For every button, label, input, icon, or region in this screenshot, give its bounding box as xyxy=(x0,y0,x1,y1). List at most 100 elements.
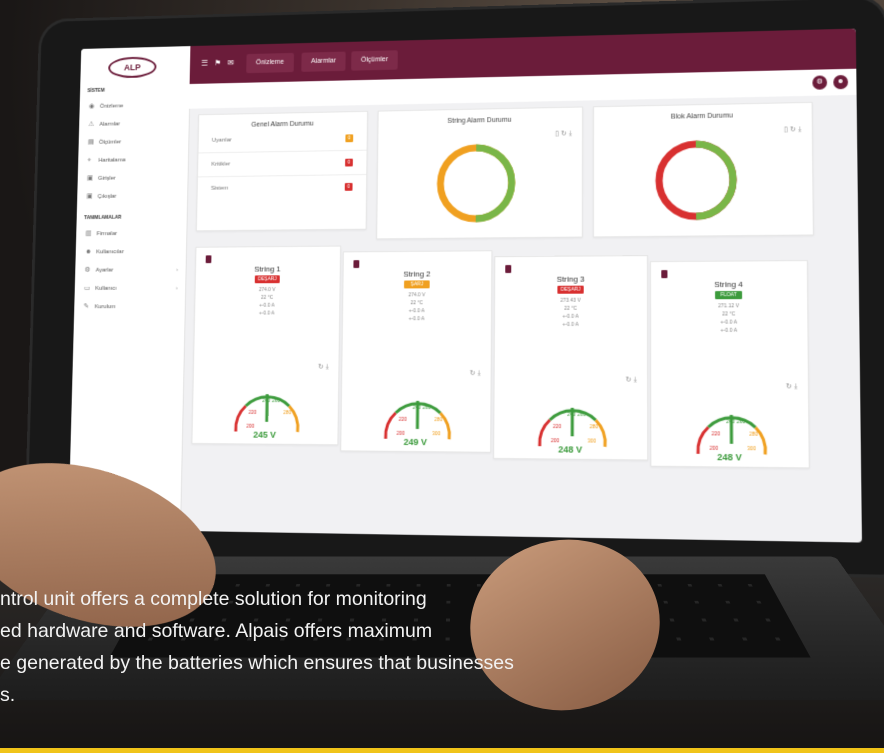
gauge-arc-red xyxy=(236,406,246,432)
alarm-row: Uyarılar 0 xyxy=(198,126,367,154)
string-name: String 2 xyxy=(403,269,431,279)
gauge-tick: 280 xyxy=(749,431,758,437)
flag-icon[interactable]: ⚑ xyxy=(214,59,221,68)
battery-icon xyxy=(505,265,512,274)
gauge-value: 248 V xyxy=(558,444,583,455)
gauge-tick: 240 xyxy=(726,419,735,425)
block-alarm-title: Blok Alarm Durumu xyxy=(670,112,733,121)
sidebar-item-onizleme[interactable]: ◉ Önizleme xyxy=(79,95,189,115)
sidebar-item-kullanici[interactable]: ▭ Kullanıcı › xyxy=(75,279,186,298)
string-alarm-donut xyxy=(377,127,582,238)
string-name: String 4 xyxy=(714,279,743,290)
string-temperature: 22 °C xyxy=(722,311,736,318)
status-badge: FLOAT xyxy=(715,290,743,300)
critical-count-badge[interactable]: 0 xyxy=(345,158,353,167)
string-card: String 4 FLOAT 271.12 V 22 °C +-0.0 A +-… xyxy=(649,260,810,469)
gauge-tick: 260 xyxy=(423,405,432,411)
sidebar-item-girisler[interactable]: ▣ Girişler xyxy=(78,168,188,188)
gauge-tick: 280 xyxy=(283,410,291,416)
string-current: +-0.0 A xyxy=(408,316,425,323)
string-current: +-0.0 A xyxy=(562,321,579,328)
alarm-icon: ⚠ xyxy=(88,121,95,128)
gauge-tick: 240 xyxy=(262,398,270,404)
system-count-badge[interactable]: 0 xyxy=(344,182,353,191)
string-name: String 1 xyxy=(254,264,281,274)
sidebar-item-kullanicilar[interactable]: ☻ Kullanıcılar xyxy=(76,242,187,261)
chart-icon: ▥ xyxy=(85,230,92,238)
tab-olcumler[interactable]: Ölçümler xyxy=(351,50,398,71)
string-card: String 3 DEŞARJ 273.43 V 22 °C +-0.0 A +… xyxy=(493,255,649,461)
gauge-tick: 220 xyxy=(553,424,562,430)
refresh-icon[interactable]: ↻ xyxy=(318,364,326,371)
string-card: String 2 ŞARJ 274.0 V 22 °C +-0.0 A +-0.… xyxy=(340,250,493,453)
alarm-row: Kritikler 0 xyxy=(197,150,367,178)
tab-alarmlar[interactable]: Alarmlar xyxy=(301,51,346,72)
map-icon: ⌖ xyxy=(87,157,92,164)
general-alarm-card: Genel Alarm Durumu Uyarılar 0 Kritikler 0 … xyxy=(195,110,369,232)
app-screen: ALP SİSTEM ◉ Önizleme ⚠ Alarmlar ▤ Ölçümler… xyxy=(68,28,862,543)
status-badge: DEŞARJ xyxy=(254,275,280,284)
status-badge: DEŞARJ xyxy=(557,285,584,294)
caption-line: ntrol unit offers a complete solution fo… xyxy=(0,588,427,610)
chevron-right-icon: › xyxy=(175,285,178,291)
users-icon: ☻ xyxy=(84,248,92,256)
caption-line: e generated by the batteries which ensur… xyxy=(0,652,514,674)
gauge-arc-red xyxy=(698,427,709,454)
warning-count-badge[interactable]: 0 xyxy=(345,134,354,143)
block-alarm-donut xyxy=(594,123,813,236)
download-icon[interactable]: ⤓ xyxy=(634,377,639,384)
input-icon: ▣ xyxy=(86,175,94,182)
battery-icon xyxy=(661,270,668,279)
alarm-row: Sistem 0 xyxy=(197,175,366,201)
laptop-lid: ALP SİSTEM ◉ Önizleme ⚠ Alarmlar ▤ Ölçümler… xyxy=(26,0,884,575)
gauge-value: 248 V xyxy=(717,451,742,463)
battery-icon xyxy=(353,260,360,269)
sidebar-item-haritalama[interactable]: ⌖ Haritalama xyxy=(78,150,188,170)
sidebar-item-firmalar[interactable]: ▥ Firmalar xyxy=(76,224,187,243)
gauge-tick: 220 xyxy=(712,431,721,437)
download-icon[interactable]: ⤓ xyxy=(477,370,482,377)
caption-text: ntrol unit offers a complete solution fo… xyxy=(0,583,884,711)
sidebar-item-cikislar[interactable]: ▣ Çıkışlar xyxy=(77,186,187,206)
sidebar-item-kurulum[interactable]: ✎ Kurulum xyxy=(74,297,185,316)
gauge-arc-orange xyxy=(596,420,605,447)
gauge-arc-red xyxy=(540,420,550,446)
refresh-icon[interactable]: ↻ xyxy=(786,383,794,390)
gauge-tick: 260 xyxy=(272,398,280,404)
sidebar-section-system: SİSTEM xyxy=(87,87,105,94)
tool-icon: ✎ xyxy=(83,303,90,311)
settings-icon[interactable]: ⚙ xyxy=(812,75,828,90)
gauge-tick: 240 xyxy=(413,405,422,411)
battery-icon xyxy=(205,255,212,264)
menu-icon[interactable]: ☰ xyxy=(201,59,208,68)
donut-segment-green xyxy=(476,147,512,218)
sidebar-item-ayarlar[interactable]: ⚙ Ayarlar › xyxy=(75,260,186,279)
gauge-tick: 280 xyxy=(590,424,599,430)
refresh-icon[interactable]: ↻ xyxy=(470,370,478,377)
chevron-right-icon: › xyxy=(176,266,179,273)
caption-line: ed hardware and software. Alpais offers … xyxy=(0,620,433,642)
string-alarm-card: String Alarm Durumu ▯↻⤓ xyxy=(376,106,584,240)
string-current: +-0.0 A xyxy=(562,313,579,320)
app-logo[interactable]: ALP xyxy=(108,56,157,79)
measure-icon: ▤ xyxy=(87,139,95,146)
bottom-accent-bar xyxy=(0,748,884,753)
string-current: +-0.0 A xyxy=(720,327,738,334)
caption-line: s. xyxy=(0,684,16,706)
gauge-tick: 280 xyxy=(434,417,443,423)
user-icon[interactable]: ☻ xyxy=(833,74,849,90)
string-card: String 1 DEŞARJ 274.0 V 22 °C +-0.0 A +-… xyxy=(191,245,342,446)
tab-onizleme[interactable]: Önizleme xyxy=(246,52,294,74)
sidebar-item-alarmlar[interactable]: ⚠ Alarmlar xyxy=(79,114,189,134)
download-icon[interactable]: ⤓ xyxy=(794,383,799,390)
download-icon[interactable]: ⤓ xyxy=(326,364,331,371)
sidebar-item-olcumler[interactable]: ▤ Ölçümler xyxy=(78,132,188,152)
card-icon: ▭ xyxy=(83,285,91,292)
string-name: String 3 xyxy=(556,274,585,284)
gauge-tick: 260 xyxy=(577,412,586,418)
mail-icon[interactable]: ✉ xyxy=(227,58,233,67)
gauge-arc-orange xyxy=(756,427,766,454)
refresh-icon[interactable]: ↻ xyxy=(626,377,634,384)
gauge-tick: 220 xyxy=(249,410,257,416)
status-badge: ŞARJ xyxy=(404,280,430,289)
